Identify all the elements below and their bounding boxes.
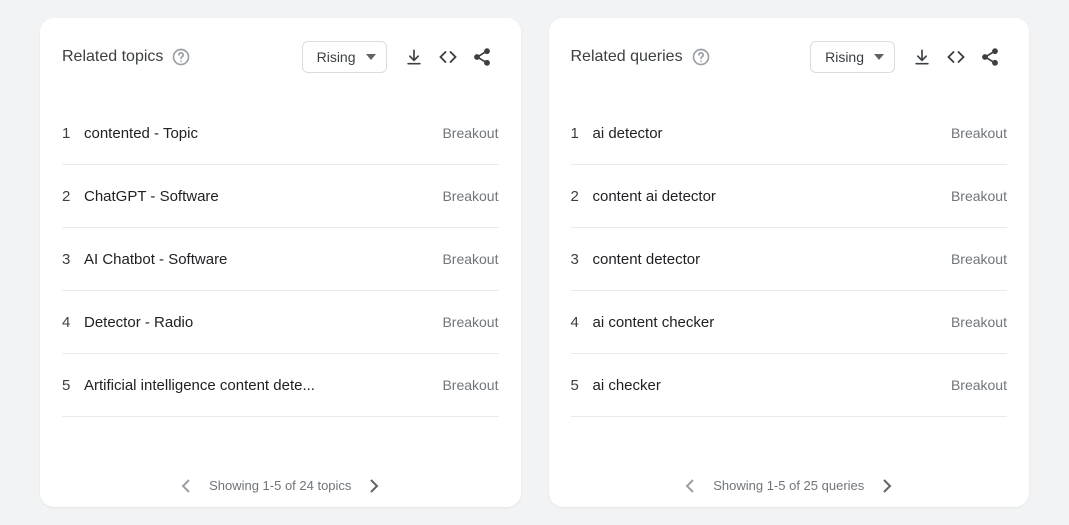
card-header: Related queries Rising bbox=[571, 40, 1008, 74]
embed-icon[interactable] bbox=[939, 40, 973, 74]
item-label: ai detector bbox=[593, 125, 951, 142]
chevron-down-icon bbox=[366, 54, 376, 60]
item-label: ai content checker bbox=[593, 314, 951, 331]
list-item[interactable]: 3 AI Chatbot - Software Breakout bbox=[62, 228, 499, 291]
item-value: Breakout bbox=[951, 251, 1007, 267]
item-label: contented - Topic bbox=[84, 125, 442, 142]
sort-dropdown[interactable]: Rising bbox=[810, 41, 895, 73]
item-label: ai checker bbox=[593, 377, 951, 394]
list-item[interactable]: 5 ai checker Breakout bbox=[571, 354, 1008, 417]
item-value: Breakout bbox=[442, 125, 498, 141]
list-item[interactable]: 4 ai content checker Breakout bbox=[571, 291, 1008, 354]
share-icon[interactable] bbox=[973, 40, 1007, 74]
list-item[interactable]: 5 Artificial intelligence content dete..… bbox=[62, 354, 499, 417]
item-value: Breakout bbox=[442, 188, 498, 204]
item-value: Breakout bbox=[442, 251, 498, 267]
download-icon[interactable] bbox=[905, 40, 939, 74]
help-icon[interactable] bbox=[171, 47, 191, 67]
item-label: ChatGPT - Software bbox=[84, 188, 442, 205]
topics-list: 1 contented - Topic Breakout 2 ChatGPT -… bbox=[62, 102, 499, 462]
list-item[interactable]: 1 ai detector Breakout bbox=[571, 102, 1008, 165]
item-value: Breakout bbox=[951, 377, 1007, 393]
dropdown-label: Rising bbox=[825, 49, 864, 65]
sort-dropdown[interactable]: Rising bbox=[302, 41, 387, 73]
item-label: Detector - Radio bbox=[84, 314, 442, 331]
list-item[interactable]: 2 ChatGPT - Software Breakout bbox=[62, 165, 499, 228]
dropdown-label: Rising bbox=[317, 49, 356, 65]
card-title: Related queries bbox=[571, 48, 683, 66]
item-value: Breakout bbox=[951, 125, 1007, 141]
list-item[interactable]: 4 Detector - Radio Breakout bbox=[62, 291, 499, 354]
rank: 5 bbox=[571, 377, 593, 394]
item-label: content detector bbox=[593, 251, 951, 268]
rank: 2 bbox=[62, 188, 84, 205]
related-queries-card: Related queries Rising bbox=[549, 18, 1030, 507]
item-value: Breakout bbox=[951, 188, 1007, 204]
pager-text: Showing 1-5 of 25 queries bbox=[713, 478, 864, 493]
pager: Showing 1-5 of 24 topics bbox=[62, 462, 499, 493]
related-topics-card: Related topics Rising bbox=[40, 18, 521, 507]
item-label: content ai detector bbox=[593, 188, 951, 205]
item-label: Artificial intelligence content dete... bbox=[84, 377, 442, 394]
rank: 4 bbox=[62, 314, 84, 331]
list-item[interactable]: 2 content ai detector Breakout bbox=[571, 165, 1008, 228]
rank: 1 bbox=[62, 125, 84, 142]
pager-next[interactable] bbox=[369, 479, 379, 493]
list-item[interactable]: 3 content detector Breakout bbox=[571, 228, 1008, 291]
rank: 1 bbox=[571, 125, 593, 142]
rank: 3 bbox=[62, 251, 84, 268]
rank: 5 bbox=[62, 377, 84, 394]
card-title: Related topics bbox=[62, 48, 163, 66]
rank: 4 bbox=[571, 314, 593, 331]
queries-list: 1 ai detector Breakout 2 content ai dete… bbox=[571, 102, 1008, 462]
pager: Showing 1-5 of 25 queries bbox=[571, 462, 1008, 493]
rank: 2 bbox=[571, 188, 593, 205]
help-icon[interactable] bbox=[691, 47, 711, 67]
list-item[interactable]: 1 contented - Topic Breakout bbox=[62, 102, 499, 165]
share-icon[interactable] bbox=[465, 40, 499, 74]
chevron-down-icon bbox=[874, 54, 884, 60]
item-value: Breakout bbox=[442, 314, 498, 330]
pager-text: Showing 1-5 of 24 topics bbox=[209, 478, 351, 493]
item-value: Breakout bbox=[442, 377, 498, 393]
download-icon[interactable] bbox=[397, 40, 431, 74]
card-header: Related topics Rising bbox=[62, 40, 499, 74]
rank: 3 bbox=[571, 251, 593, 268]
item-label: AI Chatbot - Software bbox=[84, 251, 442, 268]
pager-prev[interactable] bbox=[685, 479, 695, 493]
pager-next[interactable] bbox=[882, 479, 892, 493]
item-value: Breakout bbox=[951, 314, 1007, 330]
pager-prev[interactable] bbox=[181, 479, 191, 493]
embed-icon[interactable] bbox=[431, 40, 465, 74]
